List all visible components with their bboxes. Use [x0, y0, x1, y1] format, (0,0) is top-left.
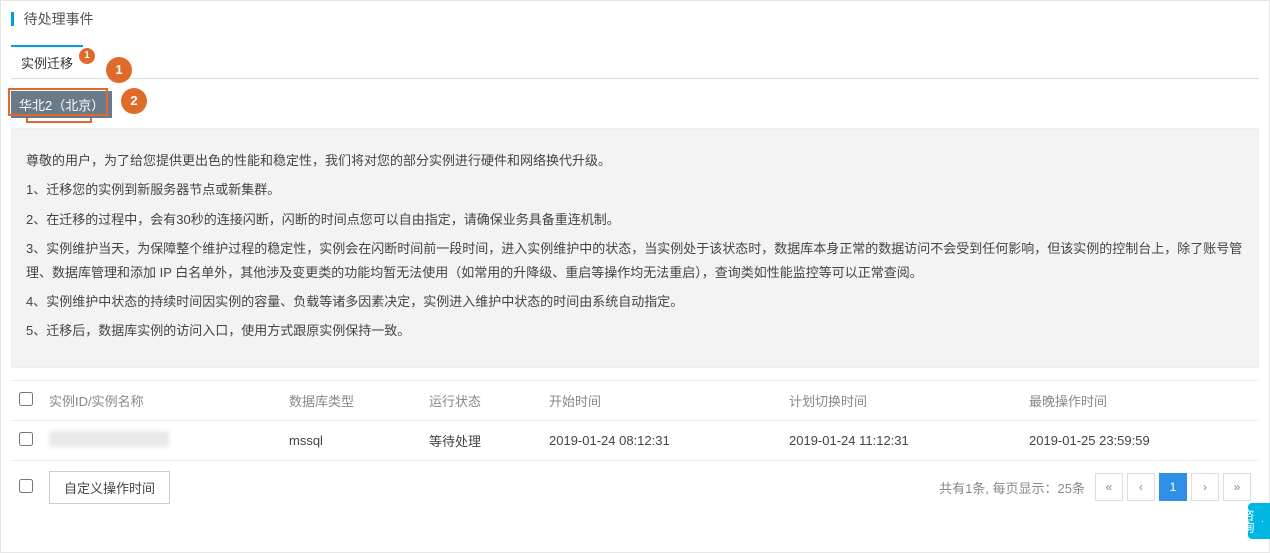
- notice-item-4: 4、实例维护中状态的持续时间因实例的容量、负载等诸多因素决定，实例进入维护中状态…: [26, 290, 1244, 313]
- header-start: 开始时间: [549, 391, 789, 410]
- region-row: 华北2（北京） 2: [11, 91, 1259, 118]
- header-check: [19, 392, 49, 409]
- table-row: mssql 等待处理 2019-01-24 08:12:31 2019-01-2…: [11, 421, 1259, 461]
- blurred-instance-id: [49, 431, 169, 447]
- pager-prev[interactable]: ‹: [1127, 473, 1155, 501]
- region-label: 华北2（北京）: [19, 98, 104, 113]
- table-footer: 自定义操作时间 共有1条, 每页显示：25条 « ‹ 1 › »: [11, 461, 1259, 514]
- pager: « ‹ 1 › »: [1095, 473, 1251, 501]
- cell-plan: 2019-01-24 11:12:31: [789, 433, 1029, 448]
- cell-id: [49, 431, 289, 450]
- pager-first[interactable]: «: [1095, 473, 1123, 501]
- cell-latest: 2019-01-25 23:59:59: [1029, 433, 1251, 448]
- page-title: 待处理事件: [24, 11, 94, 27]
- pager-last[interactable]: »: [1223, 473, 1251, 501]
- pager-next[interactable]: ›: [1191, 473, 1219, 501]
- help-label: 咨询: [1241, 509, 1255, 533]
- callout-badge-1: 1: [79, 48, 95, 64]
- tabs-bar: 实例迁移: [11, 45, 1259, 79]
- notice-intro: 尊敬的用户，为了给您提供更出色的性能和稳定性，我们将对您的部分实例进行硬件和网络…: [26, 149, 1244, 172]
- page-title-bar: 待处理事件: [1, 1, 1269, 39]
- events-table: 实例ID/实例名称 数据库类型 运行状态 开始时间 计划切换时间 最晚操作时间 …: [11, 380, 1259, 514]
- callout-1: 1: [106, 57, 132, 83]
- callout-2: 2: [121, 88, 147, 114]
- pager-current[interactable]: 1: [1159, 473, 1187, 501]
- header-db: 数据库类型: [289, 391, 429, 410]
- custom-time-button[interactable]: 自定义操作时间: [49, 471, 170, 504]
- cell-start: 2019-01-24 08:12:31: [549, 433, 789, 448]
- tab-label: 实例迁移: [21, 56, 73, 71]
- region-button[interactable]: 华北2（北京）: [11, 91, 112, 118]
- row-check: [19, 432, 49, 449]
- help-tab[interactable]: · 咨询 ·: [1248, 503, 1270, 539]
- select-all-checkbox[interactable]: [19, 392, 33, 406]
- cell-db: mssql: [289, 433, 429, 448]
- tab-instance-migration[interactable]: 实例迁移: [11, 45, 83, 78]
- notice-box: 尊敬的用户，为了给您提供更出色的性能和稳定性，我们将对您的部分实例进行硬件和网络…: [11, 128, 1259, 368]
- custom-time-label: 自定义操作时间: [64, 481, 155, 496]
- notice-item-1: 1、迁移您的实例到新服务器节点或新集群。: [26, 178, 1244, 201]
- help-dot-icon: ·: [1257, 509, 1268, 533]
- footer-check: [19, 479, 49, 496]
- header-status: 运行状态: [429, 391, 549, 410]
- notice-item-5: 5、迁移后，数据库实例的访问入口，使用方式跟原实例保持一致。: [26, 319, 1244, 342]
- header-latest: 最晚操作时间: [1029, 391, 1251, 410]
- page-info: 共有1条, 每页显示：25条: [939, 478, 1085, 497]
- notice-item-2: 2、在迁移的过程中，会有30秒的连接闪断，闪断的时间点您可以自由指定，请确保业务…: [26, 208, 1244, 231]
- notice-item-3: 3、实例维护当天，为保障整个维护过程的稳定性，实例会在闪断时间前一段时间，进入实…: [26, 237, 1244, 284]
- table-header-row: 实例ID/实例名称 数据库类型 运行状态 开始时间 计划切换时间 最晚操作时间: [11, 381, 1259, 421]
- footer-checkbox[interactable]: [19, 479, 33, 493]
- header-plan: 计划切换时间: [789, 391, 1029, 410]
- header-id: 实例ID/实例名称: [49, 391, 289, 410]
- help-dot-icon-2: ·: [1229, 509, 1240, 533]
- row-checkbox[interactable]: [19, 432, 33, 446]
- cell-status: 等待处理: [429, 431, 549, 450]
- title-accent: [11, 12, 14, 26]
